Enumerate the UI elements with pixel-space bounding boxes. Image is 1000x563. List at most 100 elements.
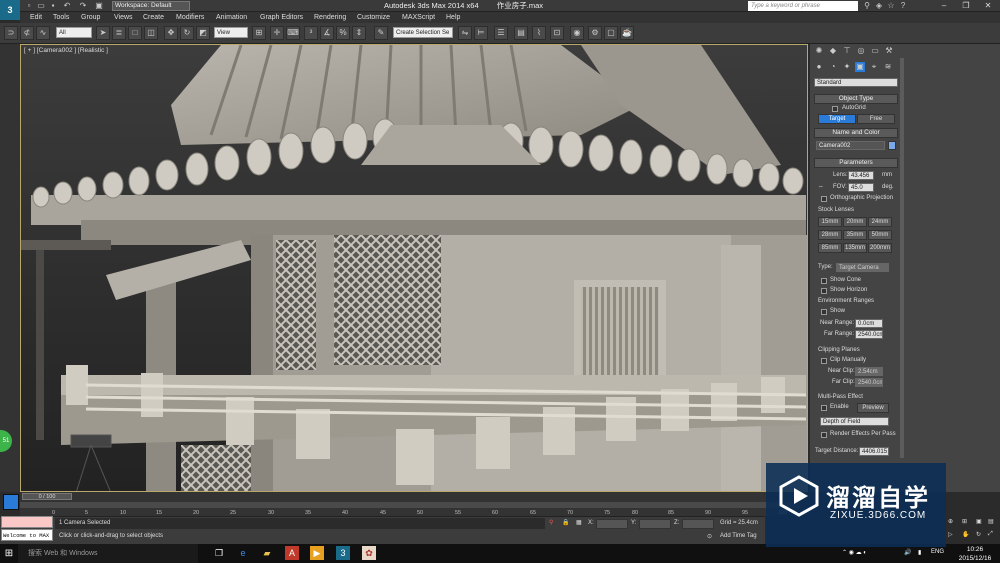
- target-distance-input[interactable]: 4406.015: [859, 447, 889, 456]
- render-effects-checkbox[interactable]: [821, 432, 827, 438]
- target-button[interactable]: Target: [818, 114, 856, 124]
- y-coordinate-input[interactable]: [639, 519, 671, 529]
- maxscript-listener[interactable]: Welcome to MAX: [1, 529, 53, 541]
- object-name-input[interactable]: Camera002: [816, 141, 885, 150]
- taskbar-search[interactable]: 搜索 Web 和 Windows: [18, 544, 198, 563]
- add-time-tag[interactable]: Add Time Tag: [720, 533, 757, 539]
- window-crossing-icon[interactable]: ◫: [144, 26, 158, 40]
- keyboard-shortcut-icon[interactable]: ⌨: [286, 26, 300, 40]
- open-file-icon[interactable]: ▭: [36, 1, 46, 11]
- tray-icons[interactable]: ⌃ ◉ ☁ ◐: [842, 549, 867, 556]
- object-color-swatch[interactable]: [888, 141, 896, 150]
- select-object-icon[interactable]: ➤: [96, 26, 110, 40]
- time-slider[interactable]: 0 / 100: [22, 493, 72, 500]
- autogrid-checkbox[interactable]: [832, 106, 838, 112]
- near-clip-input[interactable]: 2.54cm: [855, 367, 883, 376]
- task-view-icon[interactable]: ❐: [212, 546, 226, 560]
- snaps-icon[interactable]: ³: [304, 26, 318, 40]
- create-tab-icon[interactable]: ✺: [814, 46, 824, 56]
- align-icon[interactable]: ⊨: [474, 26, 488, 40]
- render-production-icon[interactable]: ☕: [620, 26, 634, 40]
- mini-curve-editor-icon[interactable]: [3, 494, 19, 510]
- parameters-rollout[interactable]: Parameters: [814, 158, 898, 168]
- rendered-frame-icon[interactable]: ▢: [604, 26, 618, 40]
- mirror-icon[interactable]: ⇋: [458, 26, 472, 40]
- time-tag-icon[interactable]: ⊙: [707, 533, 712, 540]
- ime-indicator[interactable]: ENG: [931, 549, 944, 555]
- 3dsmax-taskbar-icon[interactable]: 3: [336, 546, 350, 560]
- redo-icon[interactable]: ↷: [78, 1, 88, 11]
- lens-35mm-button[interactable]: 35mm: [843, 230, 867, 240]
- camera-type-dropdown[interactable]: Target Camera: [836, 263, 889, 272]
- name-color-rollout[interactable]: Name and Color: [814, 128, 898, 138]
- undo-icon[interactable]: ↶: [62, 1, 72, 11]
- preview-button[interactable]: Preview: [857, 403, 889, 413]
- menu-tools[interactable]: Tools: [53, 12, 69, 23]
- scale-icon[interactable]: ◩: [196, 26, 210, 40]
- display-tab-icon[interactable]: ▭: [870, 46, 880, 56]
- menu-animation[interactable]: Animation: [216, 12, 247, 23]
- move-icon[interactable]: ✥: [164, 26, 178, 40]
- ref-coord-dropdown[interactable]: View: [214, 27, 248, 38]
- pan-icon[interactable]: ✋: [962, 531, 969, 538]
- menu-group[interactable]: Group: [81, 12, 100, 23]
- help-icon[interactable]: ?: [898, 1, 908, 11]
- far-clip-input[interactable]: 2540.0cm: [855, 378, 883, 387]
- angle-snap-icon[interactable]: ∡: [320, 26, 334, 40]
- lock-selection-icon[interactable]: 🔒: [562, 519, 569, 526]
- select-manipulate-icon[interactable]: ✛: [270, 26, 284, 40]
- save-icon[interactable]: ▪: [48, 1, 58, 11]
- cameras-icon[interactable]: ▣: [855, 62, 865, 72]
- menu-create[interactable]: Create: [143, 12, 164, 23]
- link-icon[interactable]: ⊃: [4, 26, 18, 40]
- utilities-tab-icon[interactable]: ⚒: [884, 46, 894, 56]
- unlink-icon[interactable]: ⊄: [20, 26, 34, 40]
- menu-customize[interactable]: Customize: [357, 12, 390, 23]
- track-bar[interactable]: [20, 502, 800, 508]
- maximize-icon[interactable]: ❐: [955, 0, 977, 12]
- render-setup-icon[interactable]: ⚙: [588, 26, 602, 40]
- system-clock[interactable]: 10:26 2015/12/16: [950, 544, 1000, 563]
- menu-rendering[interactable]: Rendering: [314, 12, 346, 23]
- workspace-dropdown[interactable]: Workspace: Default: [112, 1, 190, 11]
- layer-manager-icon[interactable]: ☰: [494, 26, 508, 40]
- minimize-icon[interactable]: –: [933, 0, 955, 12]
- rotate-icon[interactable]: ↻: [180, 26, 194, 40]
- close-icon[interactable]: ✕: [977, 0, 999, 12]
- select-by-name-icon[interactable]: ≣: [112, 26, 126, 40]
- lens-85mm-button[interactable]: 85mm: [818, 243, 842, 253]
- env-show-checkbox[interactable]: [821, 309, 827, 315]
- pivot-center-icon[interactable]: ⊞: [252, 26, 266, 40]
- spinner-snap-icon[interactable]: ⇕: [352, 26, 366, 40]
- lens-15mm-button[interactable]: 15mm: [818, 217, 842, 227]
- volume-icon[interactable]: 🔊: [904, 549, 911, 556]
- zoom-icon[interactable]: ⊕: [948, 518, 953, 525]
- shapes-icon[interactable]: ◔: [828, 62, 838, 72]
- absolute-mode-icon[interactable]: ▦: [576, 519, 582, 526]
- panel-scrollbar[interactable]: [900, 58, 904, 458]
- named-selection-dropdown[interactable]: Create Selection Se: [393, 27, 453, 38]
- geometry-icon[interactable]: ●: [814, 62, 824, 72]
- image-viewer-icon[interactable]: ✿: [362, 546, 376, 560]
- lens-input[interactable]: 43.456: [848, 171, 874, 180]
- show-horizon-checkbox[interactable]: [821, 288, 827, 294]
- file-explorer-icon[interactable]: ▰: [260, 546, 274, 560]
- helpers-icon[interactable]: ⌖: [869, 62, 879, 72]
- selection-filter-dropdown[interactable]: All: [56, 27, 92, 38]
- menu-help[interactable]: Help: [446, 12, 460, 23]
- spacewarps-icon[interactable]: ≋: [883, 62, 893, 72]
- schematic-view-icon[interactable]: ⊡: [550, 26, 564, 40]
- graphite-tools-icon[interactable]: ▤: [514, 26, 528, 40]
- clip-manually-checkbox[interactable]: [821, 358, 827, 364]
- bind-spacewarp-icon[interactable]: ∿: [36, 26, 50, 40]
- viewport-camera[interactable]: [ + ] [Camera002 ] [Realistic ]: [20, 44, 808, 492]
- lens-20mm-button[interactable]: 20mm: [843, 217, 867, 227]
- far-range-input[interactable]: 2540.0cm: [855, 330, 883, 339]
- app-logo-icon[interactable]: 3: [0, 0, 20, 20]
- new-file-icon[interactable]: ▫: [24, 1, 34, 11]
- orbit-icon[interactable]: ↻: [976, 531, 981, 538]
- free-button[interactable]: Free: [857, 114, 895, 124]
- menu-graph-editors[interactable]: Graph Editors: [260, 12, 303, 23]
- material-editor-icon[interactable]: ◉: [570, 26, 584, 40]
- zoom-all-icon[interactable]: ⊞: [962, 518, 967, 525]
